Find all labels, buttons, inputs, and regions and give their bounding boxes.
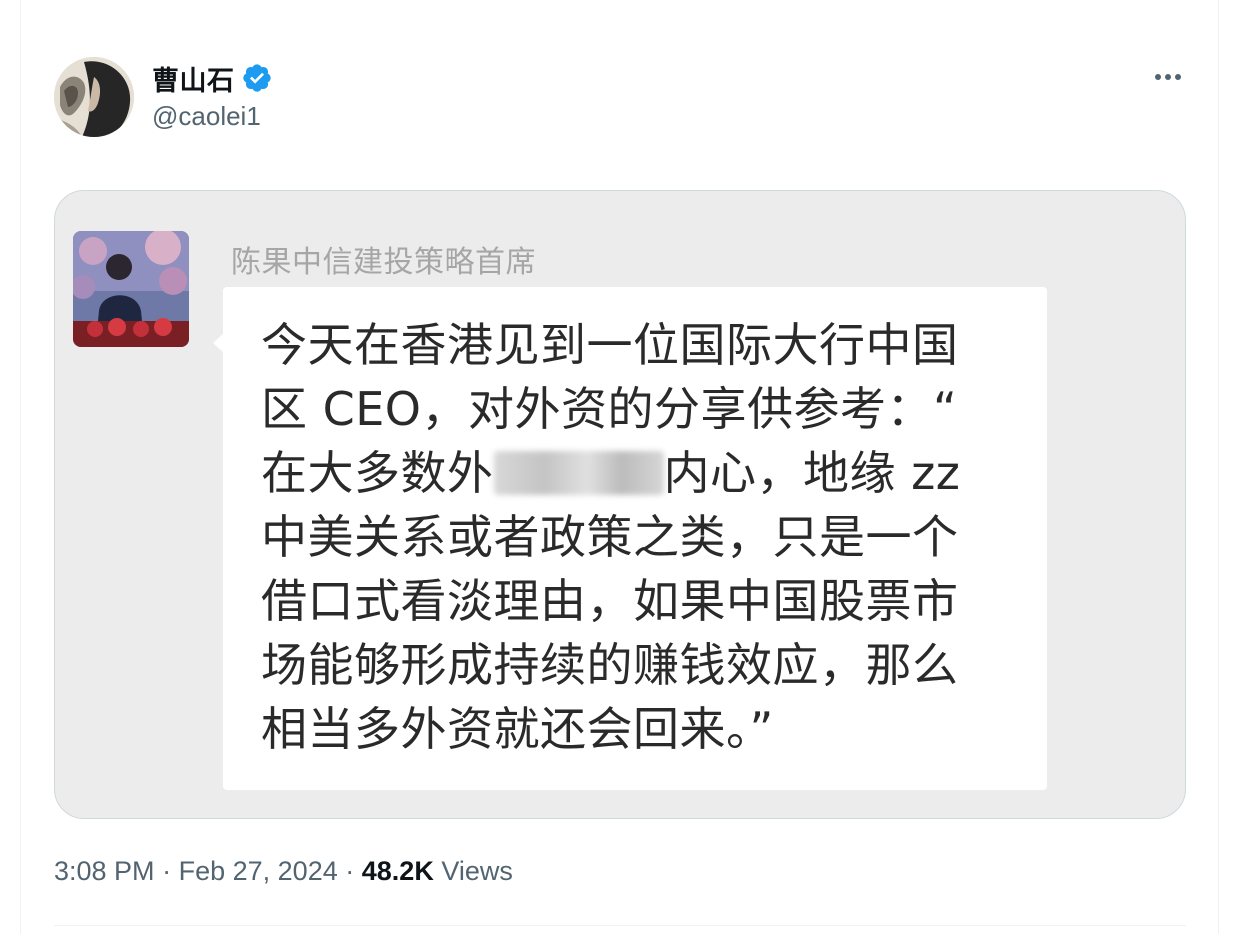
tweet-time[interactable]: 3:08 PM	[54, 856, 155, 886]
message-line: 借口式看淡理由，如果中国股票市	[261, 574, 959, 628]
chat-sender-avatar	[73, 231, 189, 347]
message-line: 在大多数外 内心，地缘 zz	[261, 443, 960, 503]
tweet-meta: 3:08 PM · Feb 27, 2024 · 48.2K Views	[54, 856, 513, 887]
message-line: 中美关系或者政策之类，只是一个	[261, 510, 959, 564]
more-dot	[1165, 74, 1171, 80]
tweet-media-image[interactable]: 陈果中信建投策略首席 今天在香港见到一位国际大行中国 区 CEO，对外资的分享供…	[54, 190, 1186, 819]
timeline-left-border	[20, 0, 21, 934]
message-line: 相当多外资就还会回来。”	[261, 702, 774, 756]
views-label: Views	[441, 856, 513, 886]
views-count[interactable]: 48.2K	[362, 856, 434, 886]
meta-separator: ·	[345, 856, 355, 886]
message-line: 区 CEO，对外资的分享供参考：“	[261, 382, 958, 436]
message-segment: 内心，地缘 zz	[663, 446, 961, 500]
tweet-divider	[54, 925, 1186, 926]
author-name[interactable]: 曹山石	[152, 59, 235, 98]
message-line: 今天在香港见到一位国际大行中国	[261, 318, 959, 372]
author-avatar[interactable]	[54, 57, 134, 137]
meta-separator: ·	[162, 856, 172, 886]
author-handle[interactable]: @caolei1	[152, 101, 261, 132]
author-name-row[interactable]: 曹山石	[152, 59, 273, 98]
chat-message-bubble: 今天在香港见到一位国际大行中国 区 CEO，对外资的分享供参考：“ 在大多数外 内…	[223, 287, 1047, 790]
verified-badge-icon	[241, 62, 273, 94]
redacted-blur	[493, 451, 664, 495]
chat-sender-name: 陈果中信建投策略首席	[231, 245, 536, 280]
more-options-button[interactable]	[1148, 60, 1188, 94]
timeline-right-border	[1218, 0, 1219, 934]
message-line: 场能够形成持续的赚钱效应，那么	[261, 638, 959, 692]
more-dot	[1175, 74, 1181, 80]
more-dot	[1155, 74, 1161, 80]
tweet-date[interactable]: Feb 27, 2024	[179, 856, 338, 886]
message-segment: 在大多数外	[261, 446, 494, 500]
